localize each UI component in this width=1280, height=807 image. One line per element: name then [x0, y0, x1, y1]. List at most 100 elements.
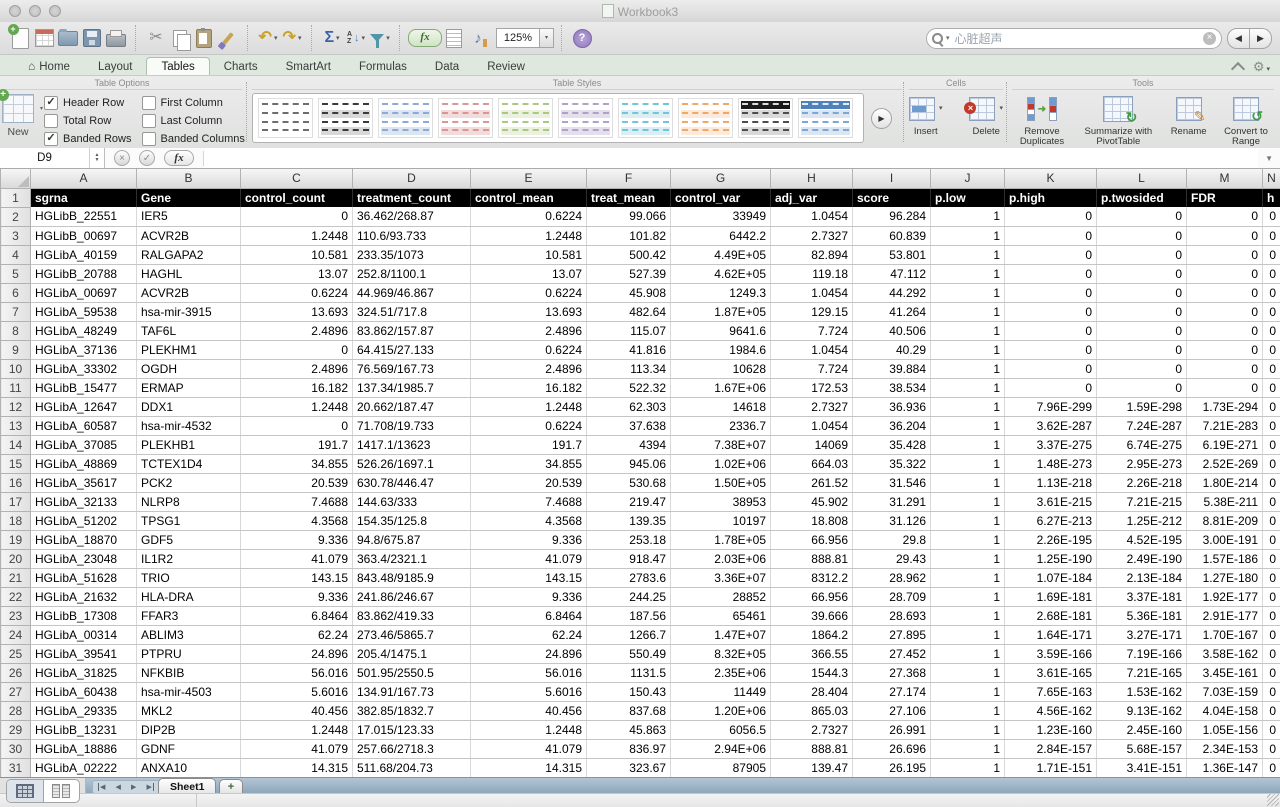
cell-H24[interactable]: 1864.2: [770, 625, 853, 645]
cell-I20[interactable]: 29.43: [852, 549, 931, 569]
cell-F8[interactable]: 115.07: [586, 321, 671, 341]
cell-M29[interactable]: 1.05E-156: [1186, 720, 1263, 740]
cell-C13[interactable]: 0: [240, 416, 353, 436]
cell-M27[interactable]: 7.03E-159: [1186, 682, 1263, 702]
cell-G3[interactable]: 6442.2: [670, 226, 771, 246]
cell-I16[interactable]: 31.546: [852, 473, 931, 493]
cell-G7[interactable]: 1.87E+05: [670, 302, 771, 322]
cell-J25[interactable]: 1: [930, 644, 1005, 664]
cell-B13[interactable]: hsa-mir-4532: [136, 416, 241, 436]
cell-E18[interactable]: 4.3568: [470, 511, 587, 531]
cell-D5[interactable]: 252.8/1100.1: [352, 264, 471, 284]
cell-L2[interactable]: 0: [1096, 207, 1187, 227]
confirm-entry-button[interactable]: ✓: [139, 150, 155, 166]
row-header-11[interactable]: 11: [0, 377, 31, 398]
cell-F4[interactable]: 500.42: [586, 245, 671, 265]
ribbon-tab-tables[interactable]: Tables: [146, 57, 210, 75]
column-header-G[interactable]: G: [670, 169, 771, 189]
row-header-9[interactable]: 9: [0, 339, 31, 360]
cell-J29[interactable]: 1: [930, 720, 1005, 740]
cell-K13[interactable]: 3.62E-287: [1004, 416, 1097, 436]
cell-B10[interactable]: OGDH: [136, 359, 241, 379]
cell-F20[interactable]: 918.47: [586, 549, 671, 569]
cell-C28[interactable]: 40.456: [240, 701, 353, 721]
copy-button[interactable]: [168, 25, 192, 51]
cell-D31[interactable]: 511.68/204.73: [352, 758, 471, 777]
cell-K22[interactable]: 1.69E-181: [1004, 587, 1097, 607]
redo-dropdown-caret[interactable]: ▾: [298, 34, 302, 42]
cell-A10[interactable]: HGLibA_33302: [30, 359, 137, 379]
cell-L28[interactable]: 9.13E-162: [1096, 701, 1187, 721]
cell-I22[interactable]: 28.709: [852, 587, 931, 607]
cell-N28[interactable]: 0: [1262, 701, 1280, 721]
cell-H25[interactable]: 366.55: [770, 644, 853, 664]
cell-I17[interactable]: 31.291: [852, 492, 931, 512]
cell-L23[interactable]: 5.36E-181: [1096, 606, 1187, 626]
cell-A15[interactable]: HGLibA_48869: [30, 454, 137, 474]
last-sheet-button[interactable]: ▶: [147, 783, 154, 791]
cell-K30[interactable]: 2.84E-157: [1004, 739, 1097, 759]
cell-L21[interactable]: 2.13E-184: [1096, 568, 1187, 588]
cell-L18[interactable]: 1.25E-212: [1096, 511, 1187, 531]
row-header-16[interactable]: 16: [0, 472, 31, 493]
cell-D16[interactable]: 630.78/446.47: [352, 473, 471, 493]
row-header-1[interactable]: 1: [0, 187, 31, 208]
cell-C6[interactable]: 0.6224: [240, 283, 353, 303]
cell-C26[interactable]: 56.016: [240, 663, 353, 683]
cell-B19[interactable]: GDF5: [136, 530, 241, 550]
cell-H12[interactable]: 2.7327: [770, 397, 853, 417]
insert-function-button[interactable]: fx: [164, 150, 194, 166]
row-header-27[interactable]: 27: [0, 681, 31, 702]
cell-A23[interactable]: HGLibB_17308: [30, 606, 137, 626]
cell-B6[interactable]: ACVR2B: [136, 283, 241, 303]
cell-B5[interactable]: HAGHL: [136, 264, 241, 284]
cell-A24[interactable]: HGLibA_00314: [30, 625, 137, 645]
cell-D17[interactable]: 144.63/333: [352, 492, 471, 512]
cell-M26[interactable]: 3.45E-161: [1186, 663, 1263, 683]
cell-J27[interactable]: 1: [930, 682, 1005, 702]
cell-A2[interactable]: HGLibB_22551: [30, 207, 137, 227]
cell-F21[interactable]: 2783.6: [586, 568, 671, 588]
cell-C19[interactable]: 9.336: [240, 530, 353, 550]
new-workbook-button[interactable]: +: [7, 23, 32, 51]
cell-J26[interactable]: 1: [930, 663, 1005, 683]
cell-F28[interactable]: 837.68: [586, 701, 671, 721]
cell-F12[interactable]: 62.303: [586, 397, 671, 417]
cell-F13[interactable]: 37.638: [586, 416, 671, 436]
cell-N16[interactable]: 0: [1262, 473, 1280, 493]
cell-L10[interactable]: 0: [1096, 359, 1187, 379]
row-header-22[interactable]: 22: [0, 586, 31, 607]
cell-I30[interactable]: 26.696: [852, 739, 931, 759]
cell-H26[interactable]: 1544.3: [770, 663, 853, 683]
cell-I31[interactable]: 26.195: [852, 758, 931, 777]
cell-E14[interactable]: 191.7: [470, 435, 587, 455]
cell-H1[interactable]: adj_var: [770, 188, 853, 207]
cell-L11[interactable]: 0: [1096, 378, 1187, 398]
cell-F25[interactable]: 550.49: [586, 644, 671, 664]
cell-M31[interactable]: 1.36E-147: [1186, 758, 1263, 777]
cell-J14[interactable]: 1: [930, 435, 1005, 455]
formula-input[interactable]: [204, 148, 1259, 168]
cell-E17[interactable]: 7.4688: [470, 492, 587, 512]
resize-grip-icon[interactable]: [1267, 794, 1279, 806]
cell-E24[interactable]: 62.24: [470, 625, 587, 645]
cell-G31[interactable]: 87905: [670, 758, 771, 777]
row-header-14[interactable]: 14: [0, 434, 31, 455]
cell-D1[interactable]: treatment_count: [352, 188, 471, 207]
row-header-5[interactable]: 5: [0, 263, 31, 284]
cell-D23[interactable]: 83.862/419.33: [352, 606, 471, 626]
cell-E11[interactable]: 16.182: [470, 378, 587, 398]
cell-A20[interactable]: HGLibA_23048: [30, 549, 137, 569]
cell-G24[interactable]: 1.47E+07: [670, 625, 771, 645]
cell-K1[interactable]: p.high: [1004, 188, 1097, 207]
cell-L15[interactable]: 2.95E-273: [1096, 454, 1187, 474]
cell-F26[interactable]: 1131.5: [586, 663, 671, 683]
cell-I21[interactable]: 28.962: [852, 568, 931, 588]
cell-K10[interactable]: 0: [1004, 359, 1097, 379]
cell-A27[interactable]: HGLibA_60438: [30, 682, 137, 702]
cell-D8[interactable]: 83.862/157.87: [352, 321, 471, 341]
cell-B7[interactable]: hsa-mir-3915: [136, 302, 241, 322]
cell-F24[interactable]: 1266.7: [586, 625, 671, 645]
cell-K12[interactable]: 7.96E-299: [1004, 397, 1097, 417]
cell-C30[interactable]: 41.079: [240, 739, 353, 759]
